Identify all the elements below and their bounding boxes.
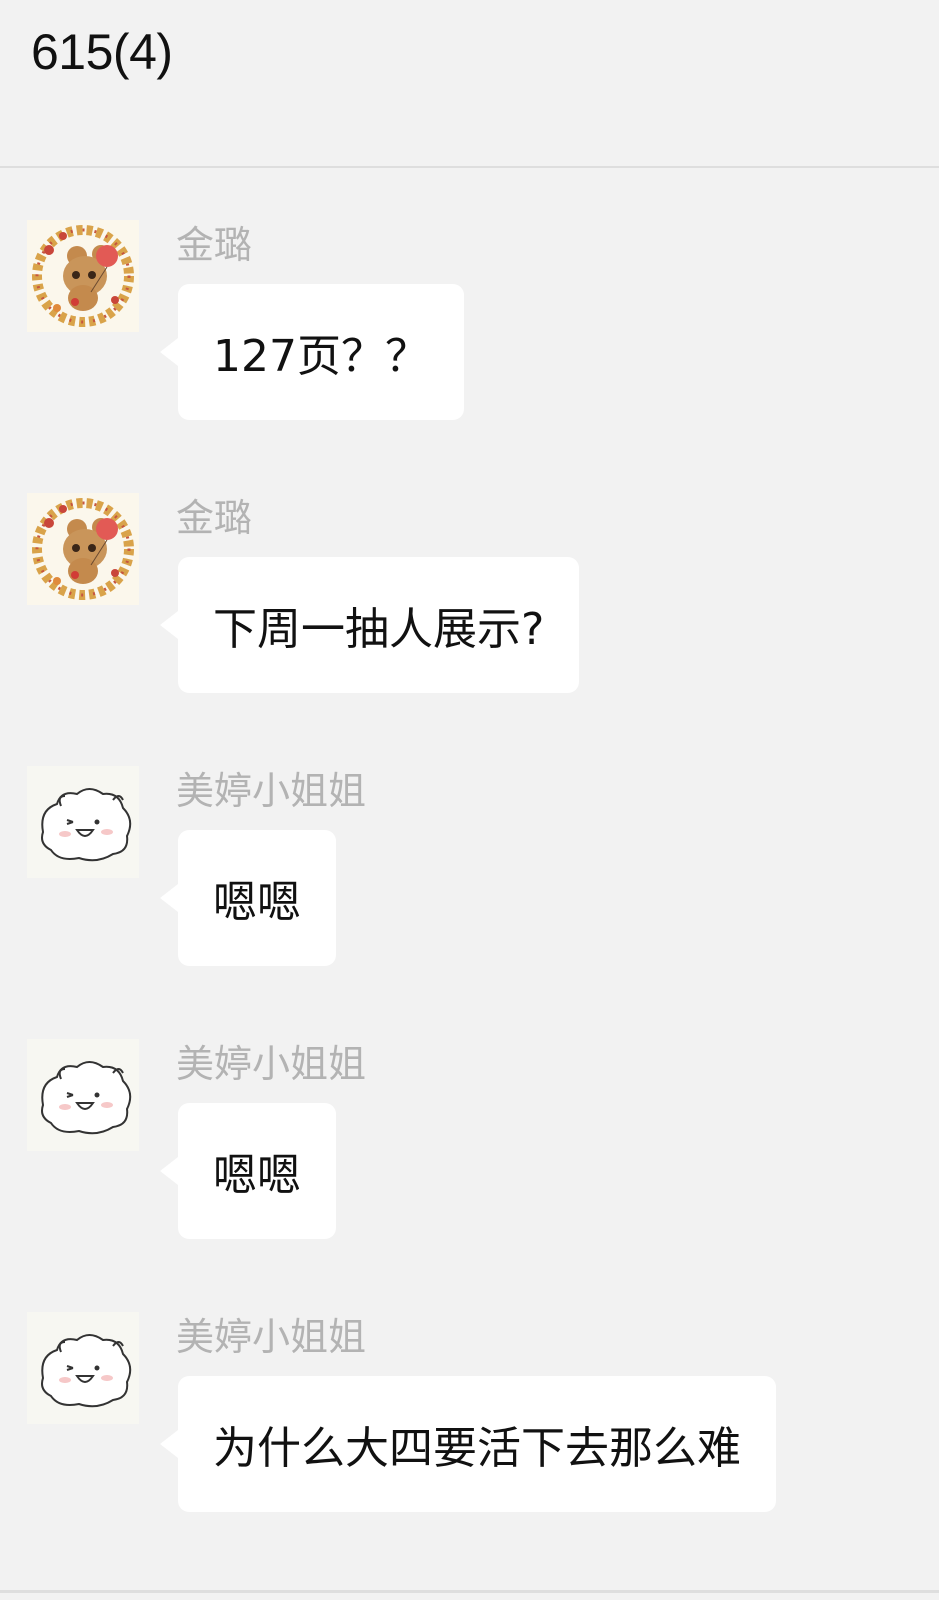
message-bubble[interactable]: 为什么大四要活下去那么难	[160, 1376, 776, 1512]
fluffy-creature-avatar[interactable]	[27, 1312, 139, 1424]
fluffy-creature-avatar[interactable]	[27, 1039, 139, 1151]
message-text: 为什么大四要活下去那么难	[213, 1423, 741, 1474]
sender-name: 美婷小姐姐	[176, 1042, 367, 1086]
bear-balloon-avatar[interactable]	[27, 220, 139, 332]
sender-name: 金璐	[176, 223, 253, 267]
chat-header: 615(4)	[0, 0, 939, 168]
fluffy-creature-avatar[interactable]	[27, 766, 139, 878]
input-divider	[0, 1590, 939, 1593]
message-text: 嗯嗯	[213, 1150, 301, 1201]
message-bubble[interactable]: 嗯嗯	[160, 1103, 336, 1239]
message-bubble[interactable]: 下周一抽人展示?	[159, 557, 580, 693]
message-bubble[interactable]: 嗯嗯	[160, 830, 336, 966]
bear-balloon-avatar[interactable]	[27, 493, 139, 605]
message-text: 下周一抽人展示?	[213, 604, 545, 655]
chat-title: 615(4)	[31, 24, 173, 80]
message-text: 嗯嗯	[213, 877, 301, 928]
message-bubble[interactable]: 127页？？	[160, 284, 464, 420]
sender-name: 美婷小姐姐	[176, 769, 367, 813]
sender-name: 金璐	[176, 496, 253, 540]
message-text: 127页？？	[213, 331, 429, 382]
sender-name: 美婷小姐姐	[176, 1315, 367, 1359]
